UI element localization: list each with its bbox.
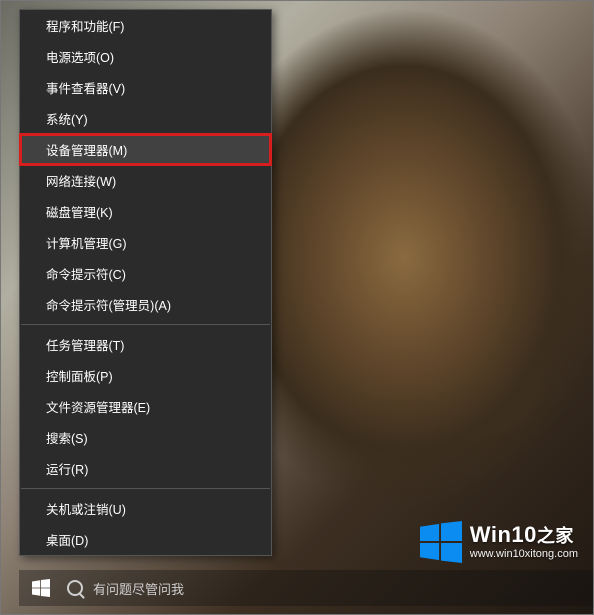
menu-item-control-panel[interactable]: 控制面板(P) (20, 360, 271, 391)
windows-start-icon (32, 579, 50, 597)
menu-item-command-prompt-admin[interactable]: 命令提示符(管理员)(A) (20, 289, 271, 320)
menu-label: 设备管理器(M) (46, 140, 127, 159)
menu-item-event-viewer[interactable]: 事件查看器(V) (20, 72, 271, 103)
cortana-search-box[interactable]: 有问题尽管问我 (63, 570, 192, 606)
menu-label: 系统(Y) (46, 109, 88, 128)
watermark: Win10之家 www.win10xitong.com (420, 521, 578, 563)
menu-item-power-options[interactable]: 电源选项(O) (20, 41, 271, 72)
menu-label: 命令提示符(管理员)(A) (46, 295, 171, 314)
start-button[interactable] (19, 570, 63, 606)
menu-item-search[interactable]: 搜索(S) (20, 422, 271, 453)
menu-label: 命令提示符(C) (46, 264, 126, 283)
watermark-brand: Win10之家 (470, 524, 578, 546)
search-placeholder-text: 有问题尽管问我 (93, 579, 184, 598)
menu-separator (21, 488, 270, 489)
menu-label: 网络连接(W) (46, 171, 116, 190)
menu-label: 程序和功能(F) (46, 16, 124, 35)
menu-label: 搜索(S) (46, 428, 88, 447)
menu-label: 磁盘管理(K) (46, 202, 113, 221)
taskbar: 有问题尽管问我 (19, 570, 594, 606)
menu-label: 桌面(D) (46, 530, 88, 549)
menu-item-device-manager[interactable]: 设备管理器(M) (20, 134, 271, 165)
menu-label: 关机或注销(U) (46, 499, 126, 518)
menu-label: 事件查看器(V) (46, 78, 125, 97)
menu-label: 运行(R) (46, 459, 88, 478)
menu-label: 控制面板(P) (46, 366, 113, 385)
winx-context-menu: 程序和功能(F) 电源选项(O) 事件查看器(V) 系统(Y) 设备管理器(M)… (19, 9, 272, 556)
menu-item-computer-management[interactable]: 计算机管理(G) (20, 227, 271, 258)
menu-item-disk-management[interactable]: 磁盘管理(K) (20, 196, 271, 227)
watermark-brand-zh: 之家 (537, 526, 574, 546)
menu-label: 任务管理器(T) (46, 335, 124, 354)
menu-label: 文件资源管理器(E) (46, 397, 150, 416)
watermark-url: www.win10xitong.com (470, 549, 578, 560)
menu-item-file-explorer[interactable]: 文件资源管理器(E) (20, 391, 271, 422)
menu-item-system[interactable]: 系统(Y) (20, 103, 271, 134)
menu-item-desktop[interactable]: 桌面(D) (20, 524, 271, 555)
watermark-brand-en: Win10 (470, 522, 537, 547)
windows-logo-icon (420, 521, 462, 563)
menu-item-network-connections[interactable]: 网络连接(W) (20, 165, 271, 196)
search-icon (67, 580, 83, 596)
menu-separator (21, 324, 270, 325)
menu-item-command-prompt[interactable]: 命令提示符(C) (20, 258, 271, 289)
menu-label: 电源选项(O) (46, 47, 114, 66)
menu-item-programs-features[interactable]: 程序和功能(F) (20, 10, 271, 41)
menu-item-task-manager[interactable]: 任务管理器(T) (20, 329, 271, 360)
menu-item-shutdown-signout[interactable]: 关机或注销(U) (20, 493, 271, 524)
menu-item-run[interactable]: 运行(R) (20, 453, 271, 484)
menu-label: 计算机管理(G) (46, 233, 127, 252)
